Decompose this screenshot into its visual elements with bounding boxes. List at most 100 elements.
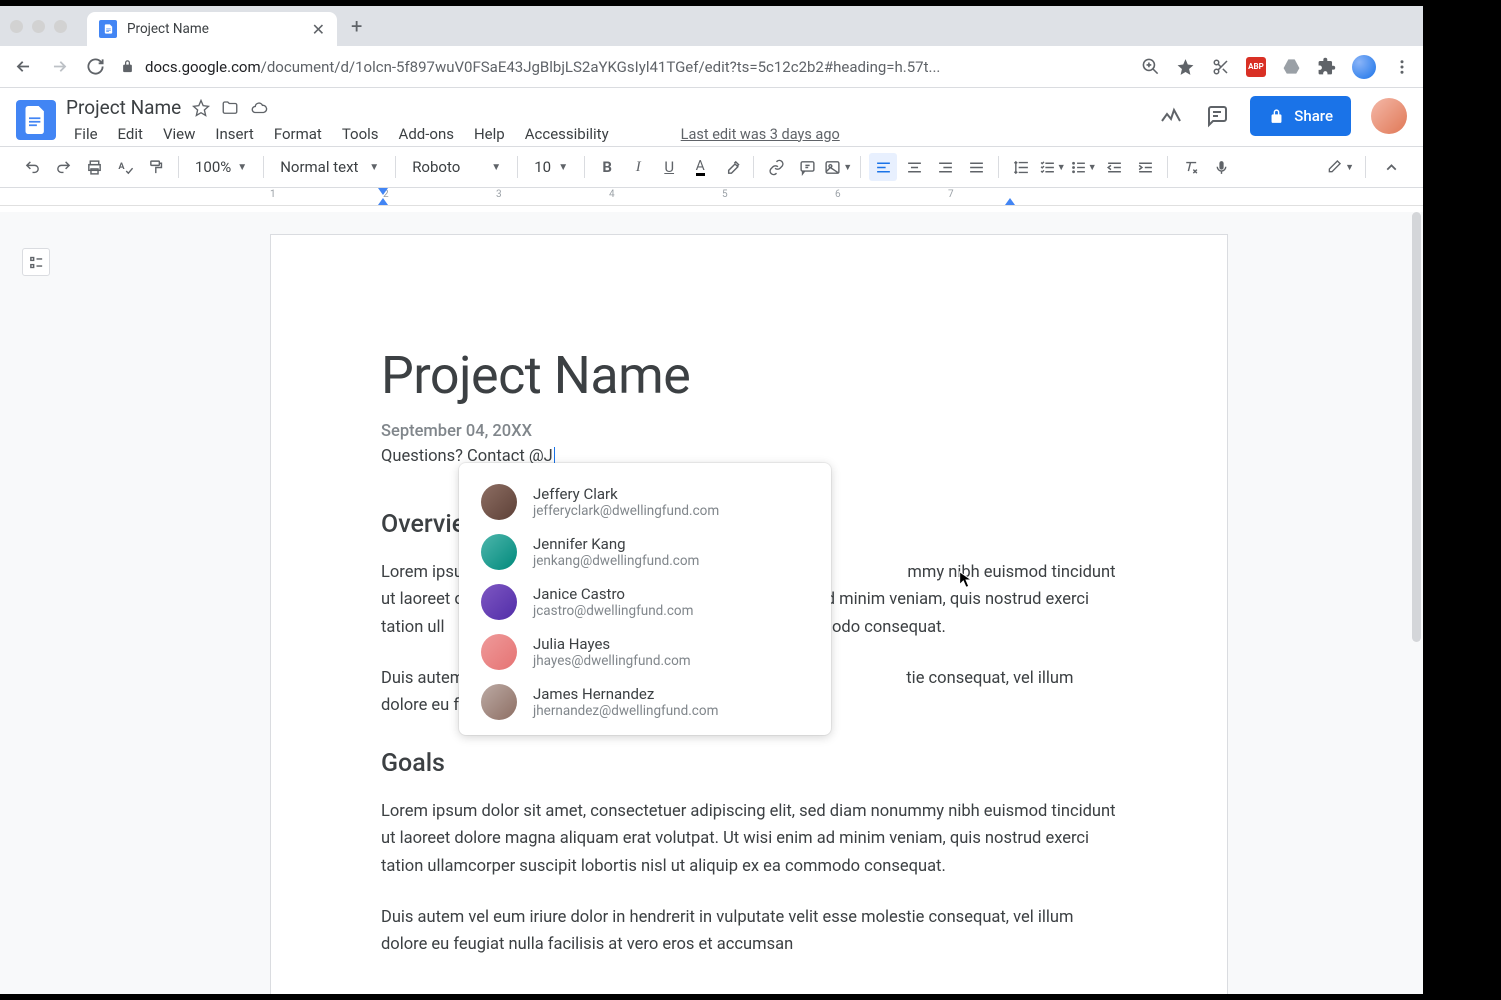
mention-email: jcastro@dwellingfund.com [533,603,693,619]
undo-button[interactable] [18,153,46,181]
bold-button[interactable]: B [593,153,621,181]
redo-button[interactable] [49,153,77,181]
adblock-icon[interactable]: ABP [1246,57,1266,77]
menu-file[interactable]: File [66,122,106,146]
docs-favicon [99,20,117,38]
window-minimize[interactable] [32,20,45,33]
editor-canvas[interactable]: Project Name September 04, 20XX Question… [0,212,1423,994]
avatar [481,684,517,720]
doc-date[interactable]: September 04, 20XX [381,422,1117,441]
highlight-button[interactable] [717,153,745,181]
new-tab-button[interactable]: + [351,14,362,38]
avatar [481,484,517,520]
address-bar: docs.google.com/document/d/1olcn-5f897wu… [0,46,1423,88]
collapse-toolbar-button[interactable] [1377,153,1405,181]
doc-paragraph[interactable]: Duis autem vel eum iriure dolor in hendr… [381,904,1117,958]
last-edit-link[interactable]: Last edit was 3 days ago [681,126,840,143]
font-size-select[interactable]: 10▼ [526,158,576,176]
svg-text:A: A [118,160,125,171]
menu-addons[interactable]: Add-ons [391,122,462,146]
menu-accessibility[interactable]: Accessibility [517,122,617,146]
mention-email: jefferyclark@dwellingfund.com [533,503,719,519]
align-left-button[interactable] [869,153,897,181]
forward-button[interactable] [48,56,70,78]
avatar [481,534,517,570]
star-icon[interactable] [192,99,210,117]
mention-email: jenkang@dwellingfund.com [533,553,699,569]
browser-menu-icon[interactable] [1392,57,1411,76]
account-avatar[interactable] [1371,98,1407,134]
text-color-button[interactable]: A [686,153,714,181]
extensions-icon[interactable] [1317,57,1336,76]
mention-item[interactable]: Jennifer Kangjenkang@dwellingfund.com [459,527,831,577]
bookmark-star-icon[interactable] [1176,57,1195,76]
docs-logo[interactable] [16,100,56,140]
line-spacing-button[interactable] [1007,153,1035,181]
avatar [481,584,517,620]
paint-format-button[interactable] [142,153,170,181]
zoom-select[interactable]: 100%▼ [187,158,255,176]
mention-item[interactable]: Julia Hayesjhayes@dwellingfund.com [459,627,831,677]
browser-tab[interactable]: Project Name ✕ [87,12,337,46]
window-zoom[interactable] [54,20,67,33]
document-page[interactable]: Project Name September 04, 20XX Question… [270,234,1228,994]
underline-button[interactable]: U [655,153,683,181]
mention-email: jhernandez@dwellingfund.com [533,703,718,719]
edit-mode-button[interactable]: ▼ [1326,153,1354,181]
indent-button[interactable] [1131,153,1159,181]
outline-toggle-button[interactable] [22,248,50,276]
menu-edit[interactable]: Edit [110,122,151,146]
doc-heading-goals[interactable]: Goals [381,749,1117,778]
bullet-list-button[interactable]: ▼ [1069,153,1097,181]
link-button[interactable] [762,153,790,181]
spellcheck-button[interactable]: A [111,153,139,181]
document-title[interactable]: Project Name [66,96,181,119]
comment-button[interactable] [793,153,821,181]
ruler[interactable]: 1 2 3 4 5 6 7 [0,188,1423,206]
toolbar: A 100%▼ Normal text▼ Roboto▼ 10▼ B I U A… [0,146,1423,188]
voice-typing-button[interactable] [1207,153,1235,181]
clear-format-button[interactable] [1176,153,1204,181]
tab-title: Project Name [127,21,302,37]
back-button[interactable] [12,56,34,78]
menu-format[interactable]: Format [266,122,330,146]
cloud-status-icon[interactable] [250,99,268,117]
menu-help[interactable]: Help [466,122,513,146]
url-field[interactable]: docs.google.com/document/d/1olcn-5f897wu… [120,58,1127,76]
doc-paragraph[interactable]: Lorem ipsum dolor sit amet, consectetuer… [381,798,1117,880]
window-close[interactable] [10,20,23,33]
docs-header: Project Name File Edit View Insert Forma… [0,88,1423,146]
tab-close-icon[interactable]: ✕ [312,20,325,39]
mention-item[interactable]: Janice Castrojcastro@dwellingfund.com [459,577,831,627]
align-center-button[interactable] [900,153,928,181]
share-button[interactable]: Share [1250,96,1351,136]
doc-heading-title[interactable]: Project Name [381,345,1117,406]
font-select[interactable]: Roboto▼ [404,158,509,176]
mention-item[interactable]: Jeffery Clarkjefferyclark@dwellingfund.c… [459,477,831,527]
comments-icon[interactable] [1204,103,1230,129]
mention-item[interactable]: James Hernandezjhernandez@dwellingfund.c… [459,677,831,727]
align-justify-button[interactable] [962,153,990,181]
vertical-scrollbar[interactable] [1412,212,1421,642]
align-right-button[interactable] [931,153,959,181]
menu-view[interactable]: View [155,122,203,146]
scissors-icon[interactable] [1211,57,1230,76]
move-folder-icon[interactable] [221,99,239,117]
reload-button[interactable] [84,56,106,78]
menu-tools[interactable]: Tools [334,122,387,146]
url-path: /document/d/1olcn-5f897wuV0FSaE43JgBlbjL… [261,58,941,76]
checklist-button[interactable]: ▼ [1038,153,1066,181]
print-button[interactable] [80,153,108,181]
browser-profile-avatar[interactable] [1352,55,1376,79]
italic-button[interactable]: I [624,153,652,181]
lock-icon [120,59,135,74]
drive-icon[interactable] [1282,57,1301,76]
activity-icon[interactable] [1158,103,1184,129]
zoom-icon[interactable] [1141,57,1160,76]
image-button[interactable]: ▼ [824,153,852,181]
lock-icon [1268,108,1285,125]
menu-insert[interactable]: Insert [207,122,261,146]
outdent-button[interactable] [1100,153,1128,181]
mention-name: Julia Hayes [533,635,691,653]
style-select[interactable]: Normal text▼ [272,158,387,176]
